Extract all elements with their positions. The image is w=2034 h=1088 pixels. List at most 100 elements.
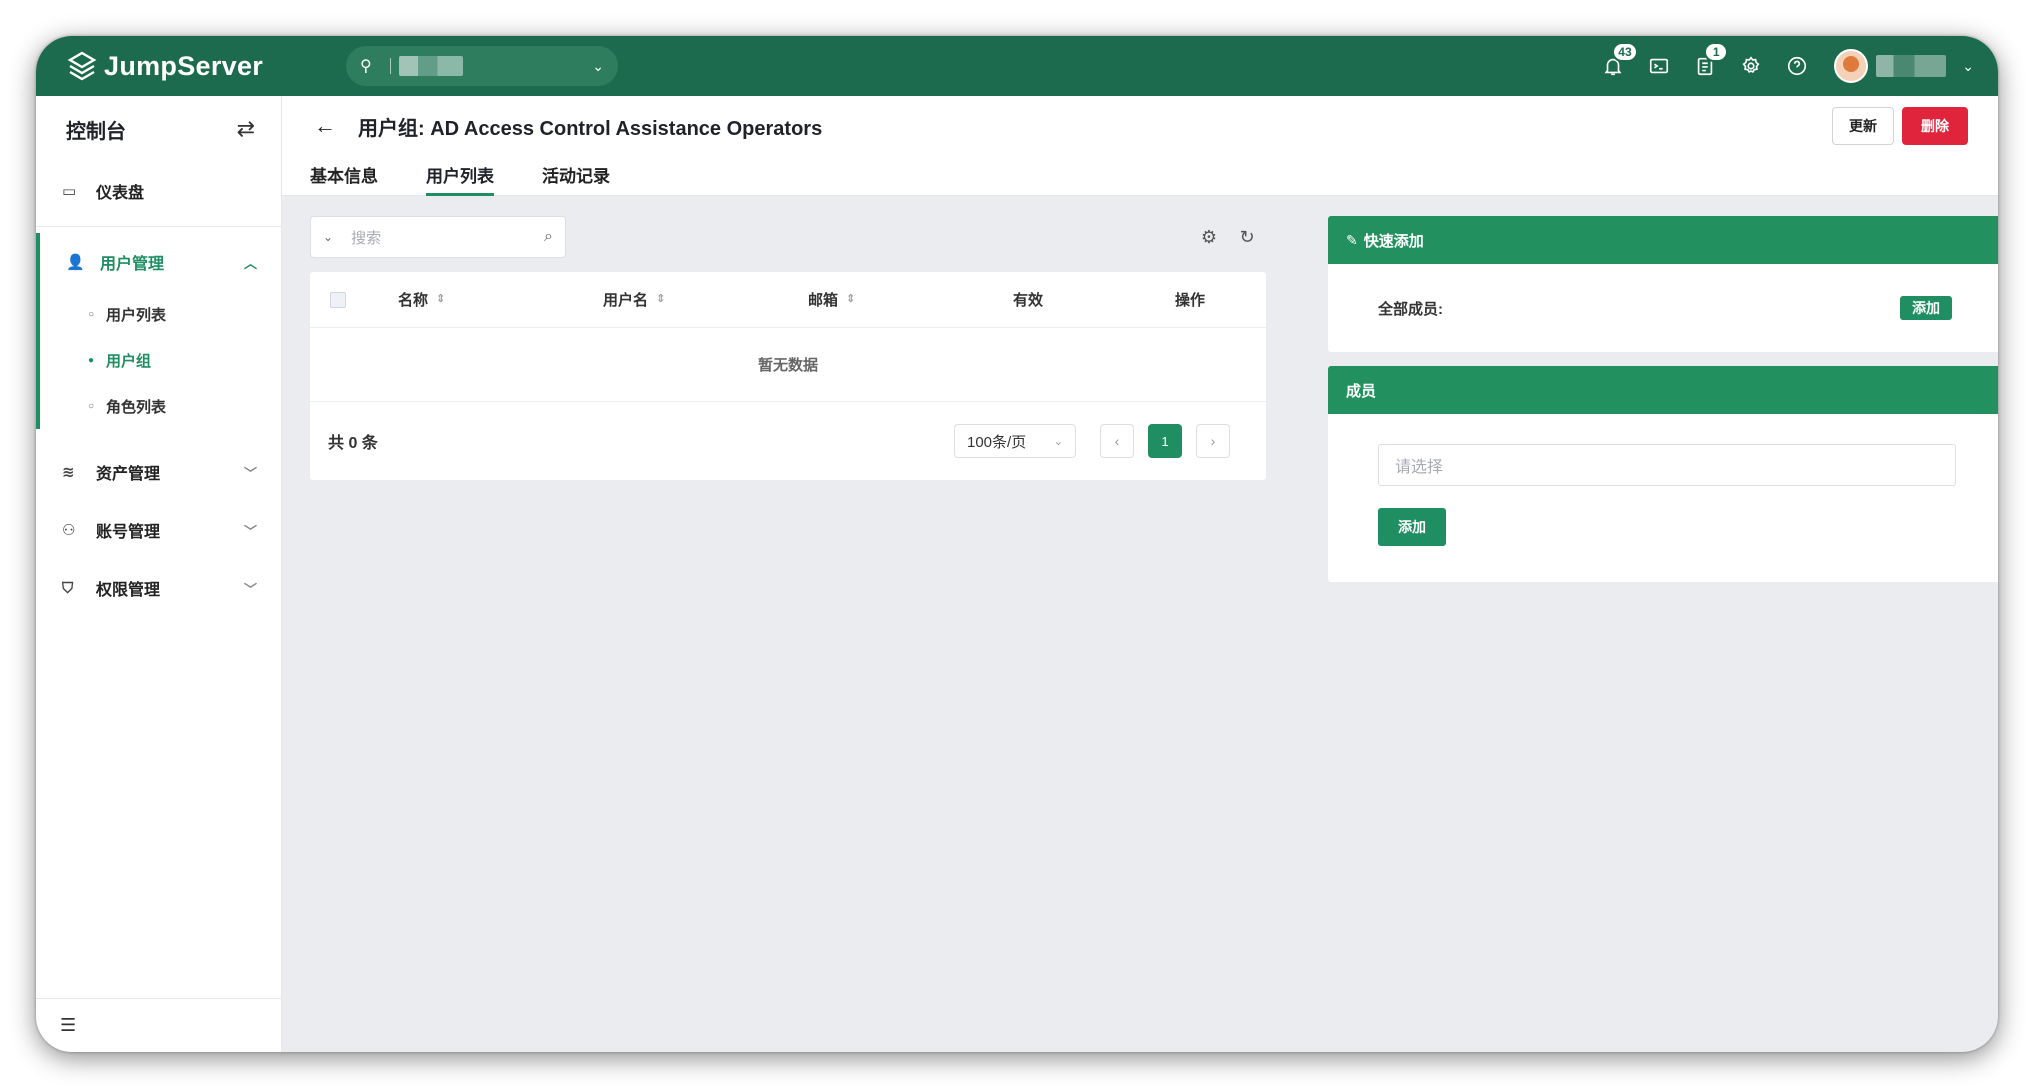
sidebar-item-user-management[interactable]: 👤 用户管理 ︿ (40, 233, 281, 291)
chevron-up-icon: ︿ (243, 255, 257, 271)
sidebar-item-label: 仪表盘 (96, 185, 145, 202)
sidebar-item-label: 权限管理 (96, 582, 161, 599)
members-header: 成员 (1328, 366, 1998, 414)
switch-view-icon[interactable]: ⇄ (237, 116, 255, 142)
sidebar-item-label: 用户管理 (100, 256, 165, 273)
tasks-badge: 1 (1704, 42, 1729, 62)
sidebar-subitem-user-list[interactable]: ○ 用户列表 (40, 291, 281, 337)
tasks-button[interactable]: 1 (1682, 42, 1729, 86)
sort-icon[interactable]: ⇕ (656, 294, 665, 305)
sidebar-subitem-label: 用户列表 (106, 306, 167, 324)
sidebar-item-label: 账号管理 (96, 524, 161, 541)
org-separator (390, 58, 391, 74)
refresh-icon[interactable]: ↻ (1228, 227, 1266, 248)
chevron-down-icon: ﹀ (243, 465, 257, 481)
page-header: ← 用户组: AD Access Control Assistance Oper… (282, 96, 1998, 196)
page-actions: 更新 删除 (1832, 107, 1968, 145)
quick-add-header: ✎ 快速添加 (1328, 216, 1998, 264)
sidebar-title: 控制台 (66, 120, 126, 143)
quick-add-button[interactable]: 添加 (1900, 296, 1952, 320)
tab-user-list[interactable]: 用户列表 (426, 156, 494, 196)
user-name-blurred[interactable] (1876, 55, 1947, 77)
search-placeholder: 搜索 (351, 229, 382, 247)
search-icon[interactable]: ⌕ (544, 228, 553, 246)
sidebar-subitem-role-list[interactable]: ○ 角色列表 (40, 383, 281, 429)
column-label: 有效 (1013, 292, 1044, 309)
members-card: 成员 请选择 添加 (1328, 366, 1998, 582)
top-bar: JumpServer ⚲ ⌄ 43 1 ⌄ (36, 36, 1998, 96)
sidebar-item-asset-management[interactable]: ≋ 资产管理 ﹀ (36, 443, 281, 501)
all-members-label: 全部成员: (1378, 300, 1443, 318)
quick-add-body: 全部成员: 添加 (1328, 264, 1998, 352)
member-select-placeholder: 请选择 (1395, 459, 1444, 476)
back-arrow-icon[interactable]: ← (314, 113, 336, 139)
member-select-input[interactable]: 请选择 (1378, 444, 1956, 486)
help-button[interactable] (1774, 46, 1820, 86)
logo[interactable]: JumpServer (66, 50, 316, 82)
sidebar: 控制台 ⇄ ▭ 仪表盘 👤 用户管理 ︿ ○ 用户列表 ● 用户组 ○ 角色列表… (36, 96, 282, 1052)
sidebar-item-account-management[interactable]: ⚇ 账号管理 ﹀ (36, 501, 281, 559)
chevron-down-icon: ⌄ (1053, 435, 1063, 448)
column-header-name[interactable]: 名称 ⇕ (398, 289, 603, 310)
column-label: 名称 (398, 292, 429, 309)
chevron-down-icon: ﹀ (243, 581, 257, 597)
user-menu-chevron-down-icon[interactable]: ⌄ (1962, 58, 1974, 75)
column-header-email[interactable]: 邮箱 ⇕ (808, 289, 1013, 310)
edit-icon: ✎ (1346, 231, 1358, 248)
tab-activity-log[interactable]: 活动记录 (542, 156, 610, 196)
column-label: 邮箱 (808, 292, 839, 309)
sidebar-item-permission-management[interactable]: ⛉ 权限管理 ﹀ (36, 559, 281, 617)
page-size-select[interactable]: 100条/页 ⌄ (954, 424, 1076, 458)
app-name: JumpServer (104, 50, 264, 81)
notifications-button[interactable]: 43 (1590, 42, 1638, 86)
members-title: 成员 (1346, 382, 1377, 400)
dashboard-icon: ▭ (62, 183, 77, 200)
sidebar-group-user-management: 👤 用户管理 ︿ ○ 用户列表 ● 用户组 ○ 角色列表 (36, 233, 281, 429)
sidebar-subitem-user-group[interactable]: ● 用户组 (40, 337, 281, 383)
accounts-icon: ⚇ (62, 522, 76, 539)
organization-icon: ⚲ (360, 58, 372, 75)
column-header-actions: 操作 (1175, 289, 1205, 310)
pagination: 共 0 条 100条/页 ⌄ ‹ 1 › (310, 402, 1266, 480)
chevron-down-icon: ⌄ (592, 57, 604, 74)
web-terminal-button[interactable] (1636, 46, 1682, 86)
tab-basic-info[interactable]: 基本信息 (310, 156, 378, 196)
update-button[interactable]: 更新 (1832, 107, 1894, 145)
shield-icon: ⛉ (62, 579, 74, 597)
add-member-button[interactable]: 添加 (1378, 508, 1446, 546)
quick-add-title: 快速添加 (1363, 232, 1424, 250)
page-title-row: ← 用户组: AD Access Control Assistance Oper… (282, 96, 1998, 156)
table-header: 名称 ⇕ 用户名 ⇕ 邮箱 ⇕ 有效 操作 (310, 272, 1266, 328)
users-icon: 👤 (66, 254, 85, 271)
next-page-button[interactable]: › (1196, 424, 1230, 458)
bullet-icon: ○ (88, 400, 95, 412)
prev-page-button[interactable]: ‹ (1100, 424, 1134, 458)
sidebar-item-dashboard[interactable]: ▭ 仪表盘 (36, 162, 281, 220)
collapse-sidebar-button[interactable]: ☰ (36, 998, 281, 1052)
organization-select[interactable]: ⚲ ⌄ (346, 46, 618, 86)
search-input[interactable]: ⌄ 搜索 ⌕ (310, 216, 566, 258)
empty-state: 暂无数据 (310, 328, 1266, 402)
table-toolbar: ⌄ 搜索 ⌕ ⚙ ↻ (310, 216, 1266, 258)
sort-icon[interactable]: ⇕ (846, 294, 855, 305)
top-right-actions: 43 1 ⌄ (1590, 42, 1974, 86)
stack-icon: ≋ (62, 464, 75, 481)
sort-icon[interactable]: ⇕ (436, 294, 445, 305)
select-all-checkbox[interactable] (330, 291, 346, 308)
delete-button[interactable]: 删除 (1902, 107, 1968, 145)
bullet-icon: ● (88, 354, 95, 366)
chevron-down-icon[interactable]: ⌄ (323, 230, 333, 244)
help-icon (1788, 56, 1807, 76)
current-page-button[interactable]: 1 (1148, 424, 1182, 458)
sidebar-header: 控制台 ⇄ (36, 96, 281, 162)
sidebar-subitem-label: 角色列表 (106, 398, 167, 416)
column-header-username[interactable]: 用户名 ⇕ (603, 289, 808, 310)
user-avatar[interactable] (1834, 49, 1869, 83)
terminal-icon (1650, 58, 1669, 74)
sidebar-divider (36, 226, 281, 227)
page-size-value: 100条/页 (967, 433, 1027, 451)
settings-button[interactable] (1728, 46, 1774, 86)
tabs: 基本信息 用户列表 活动记录 (282, 156, 1998, 196)
table-settings-gear-icon[interactable]: ⚙ (1190, 227, 1228, 248)
